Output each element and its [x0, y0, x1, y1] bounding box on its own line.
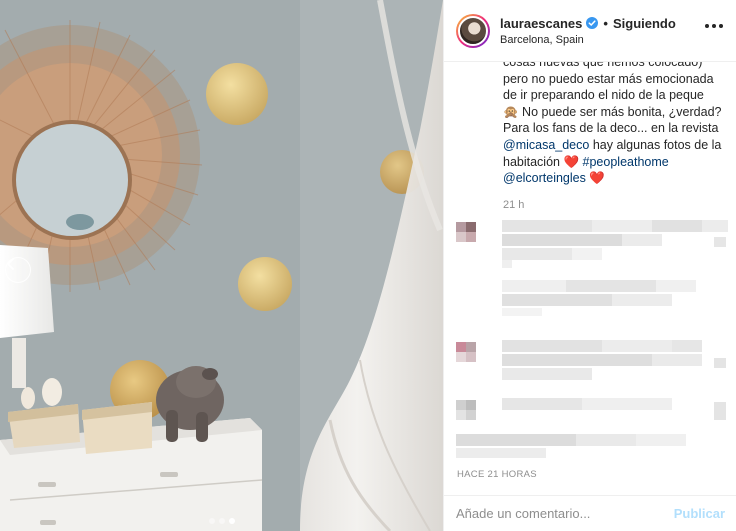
monkey-emoji: 🙊	[503, 104, 519, 119]
caption-line: Para los fans de la deco... en la revist…	[503, 121, 719, 136]
post-header: lauraescanes • Siguiendo Barcelona, Spai…	[444, 0, 736, 62]
post-caption: cosas nuevas que hemos colocado) pero no…	[503, 62, 733, 187]
carousel-dot	[218, 518, 225, 524]
publish-button[interactable]: Publicar	[674, 506, 725, 521]
caption-line: 🙊 No puede ser más bonita, ¿verdad?	[503, 104, 722, 119]
caption-line: cosas nuevas que hemos colocado)	[503, 62, 703, 69]
carousel-dot	[208, 518, 215, 524]
heart-emoji: ❤️	[589, 171, 605, 186]
add-comment-bar: Publicar	[444, 495, 736, 531]
caption-line: @micasa_deco hay algunas fotos de la	[503, 137, 722, 152]
caption-timestamp: 21 h	[503, 199, 525, 211]
more-options-icon[interactable]	[705, 24, 723, 28]
location-link[interactable]: Barcelona, Spain	[500, 34, 676, 46]
caption-line: habitación ❤️ #peopleathome	[503, 154, 669, 169]
mention-link[interactable]: @elcorteingles	[503, 171, 586, 185]
carousel-dot-active	[228, 518, 235, 524]
separator-dot: •	[603, 15, 608, 31]
verified-badge-icon	[586, 17, 599, 29]
username-link[interactable]: lauraescanes	[500, 16, 582, 31]
following-button[interactable]: Siguiendo	[613, 16, 676, 31]
heart-emoji: ❤️	[563, 154, 580, 169]
mention-link[interactable]: @micasa_deco	[503, 138, 589, 152]
carousel-indicator	[0, 518, 443, 524]
caption-line: de ir preparando el nido de la peque	[503, 88, 704, 103]
post-sidebar: lauraescanes • Siguiendo Barcelona, Spai…	[443, 0, 736, 531]
chevron-left-icon	[6, 258, 14, 270]
carousel-prev-button[interactable]	[5, 257, 31, 283]
post-media-video[interactable]	[0, 0, 443, 531]
post-timestamp: HACE 21 HORAS	[457, 469, 537, 480]
avatar[interactable]	[456, 13, 490, 48]
wall-dot	[238, 257, 292, 311]
caption-line: @elcorteingles ❤️	[503, 170, 733, 187]
comment-input[interactable]	[456, 506, 674, 521]
hashtag-link[interactable]: #peopleathome	[583, 155, 669, 169]
comments-section: cosas nuevas que hemos colocado) pero no…	[444, 62, 736, 460]
nursery-scene-image	[0, 0, 443, 531]
wall-dot	[206, 63, 268, 125]
caption-line: pero no puedo estar más emocionada	[503, 71, 714, 86]
